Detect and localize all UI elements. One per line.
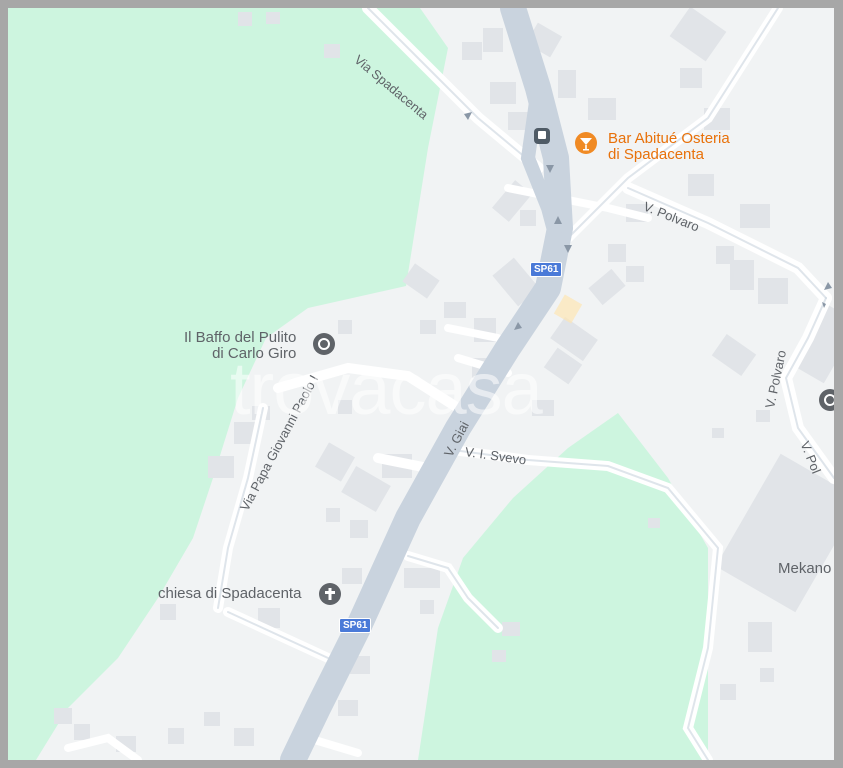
church-cross-icon	[319, 583, 341, 605]
poi-mekano-line1: Mekano	[778, 560, 832, 577]
poi-bar-line1: Bar Abitué Osteria	[608, 130, 730, 147]
poi-mekano-label[interactable]: Mekano	[778, 561, 831, 577]
watermark: trovacasa	[230, 347, 543, 430]
poi-baffo-line1: Il Baffo del Pulito	[184, 329, 297, 346]
poi-bar-label[interactable]: Bar Abitué Osteria di Spadacenta	[608, 131, 730, 163]
poi-chiesa-line1: chiesa di Spadacenta	[158, 585, 302, 602]
cocktail-icon	[575, 132, 597, 154]
map-canvas[interactable]: Bar Abitué Osteria di Spadacenta Il Baff…	[8, 8, 834, 760]
road-shield-sp61-bottom: SP61	[339, 618, 372, 633]
highlighted-plot	[553, 294, 583, 324]
bus-stop-icon	[534, 128, 550, 144]
poi-bar-line2: di Spadacenta	[608, 146, 704, 163]
place-pin-icon-mekano	[819, 389, 834, 411]
road-shield-sp61-top: SP61	[530, 262, 563, 277]
poi-chiesa-label[interactable]: chiesa di Spadacenta	[158, 586, 301, 602]
map-frame: Bar Abitué Osteria di Spadacenta Il Baff…	[0, 0, 843, 768]
